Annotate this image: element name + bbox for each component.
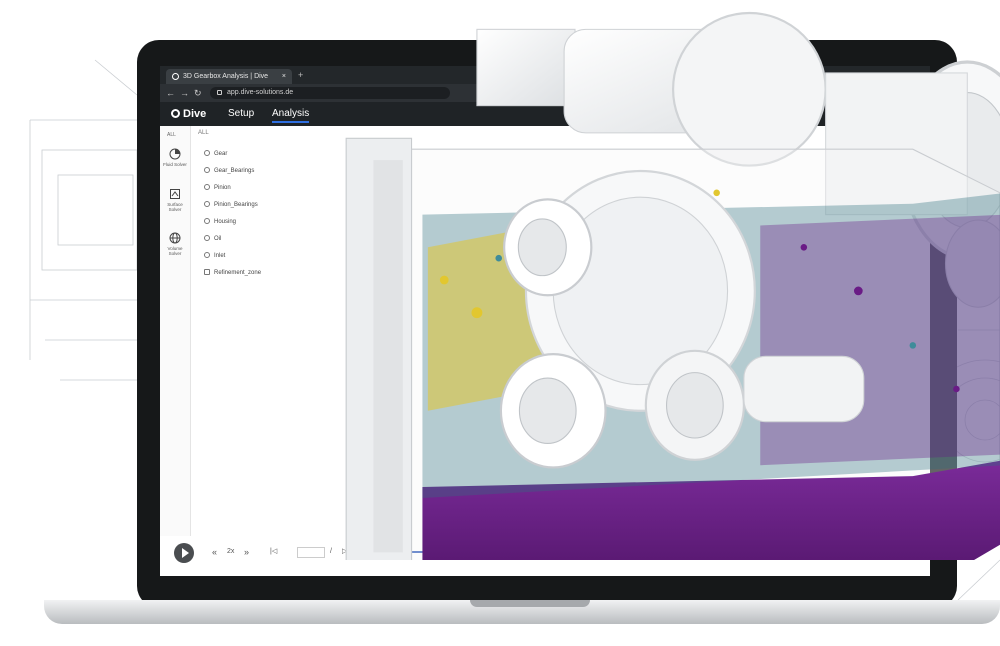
laptop-notch	[470, 600, 590, 607]
3d-viewport[interactable]	[150, 0, 1000, 560]
